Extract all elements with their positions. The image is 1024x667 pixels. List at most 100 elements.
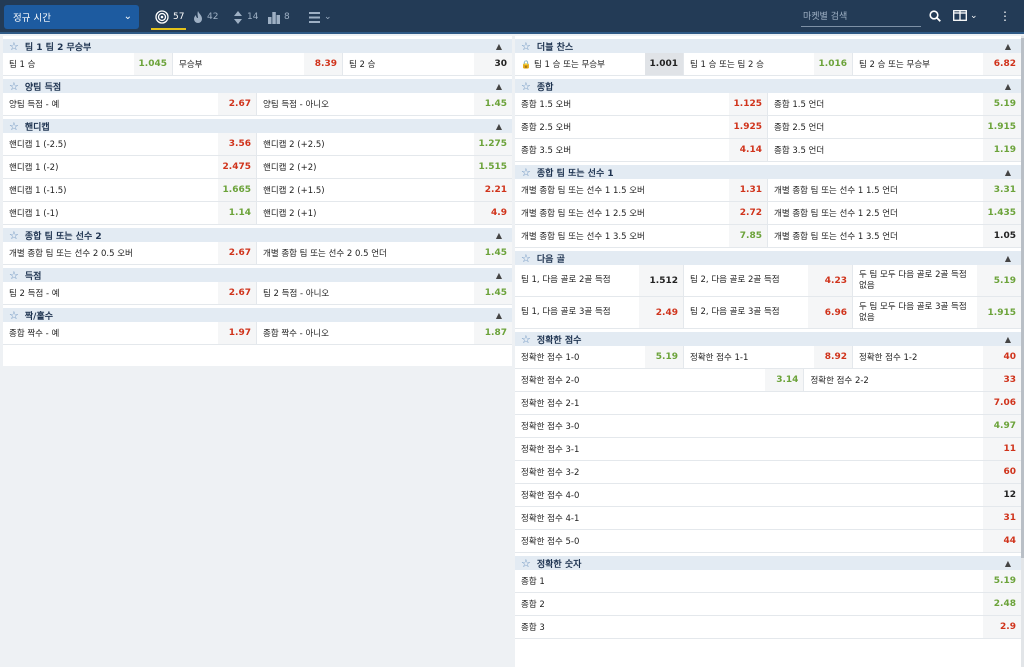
market-header[interactable]: ☆ 팀 1 팀 2 무승부 ▲ (3, 36, 512, 53)
odds-value[interactable]: 44 (983, 530, 1021, 552)
odds-value[interactable]: 1.275 (474, 133, 512, 155)
market-header[interactable]: ☆ 종합 팀 또는 선수 1 ▲ (515, 162, 1021, 179)
star-icon[interactable]: ☆ (9, 80, 19, 93)
outcome-cell[interactable]: 개별 종합 팀 또는 선수 1 2.5 오버 2.72 (515, 202, 768, 224)
odds-value[interactable]: 2.72 (729, 202, 767, 224)
outcome-cell[interactable]: 팀 2 승 또는 무승부 6.82 (853, 53, 1021, 75)
chevron-up-icon[interactable]: ▲ (496, 42, 502, 51)
outcome-cell[interactable]: 핸디캡 1 (-2.5) 3.56 (3, 133, 257, 155)
outcome-cell[interactable]: 팀 1 승 또는 팀 2 승 1.016 (684, 53, 853, 75)
market-header[interactable]: ☆ 더블 찬스 ▲ (515, 36, 1021, 53)
market-header[interactable]: ☆ 득점 ▲ (3, 265, 512, 282)
odds-value[interactable]: 12 (983, 484, 1021, 506)
odds-value[interactable]: 11 (983, 438, 1021, 460)
outcome-cell[interactable]: 🔒 팀 1 승 또는 무승부 1.001 (515, 53, 684, 75)
chevron-up-icon[interactable]: ▲ (1005, 559, 1011, 568)
odds-value[interactable]: 2.21 (474, 179, 512, 201)
star-icon[interactable]: ☆ (9, 269, 19, 282)
outcome-cell[interactable]: 정확한 점수 3-0 4.97 (515, 415, 1021, 437)
outcome-cell[interactable]: 정확한 점수 1-1 8.92 (684, 346, 853, 368)
odds-value[interactable]: 3.14 (765, 369, 804, 391)
odds-value[interactable]: 1.19 (983, 139, 1021, 161)
odds-value[interactable]: 1.925 (729, 116, 767, 138)
outcome-cell[interactable]: 종합 1.5 오버 1.125 (515, 93, 768, 115)
odds-value[interactable]: 1.045 (134, 53, 172, 75)
odds-value[interactable]: 1.915 (983, 116, 1021, 138)
outcome-cell[interactable]: 개별 종합 팀 또는 선수 2 0.5 언더 1.45 (257, 242, 512, 264)
period-dropdown[interactable]: 정규 시간 ⌄ (4, 5, 139, 29)
outcome-cell[interactable]: 정확한 점수 4-0 12 (515, 484, 1021, 506)
chevron-up-icon[interactable]: ▲ (1005, 42, 1011, 51)
odds-value[interactable]: 1.001 (645, 53, 683, 75)
odds-value[interactable]: 1.87 (474, 322, 512, 344)
outcome-cell[interactable]: 개별 종합 팀 또는 선수 2 0.5 오버 2.67 (3, 242, 257, 264)
odds-value[interactable]: 2.67 (218, 242, 256, 264)
outcome-cell[interactable]: 팀 2 득점 - 아니오 1.45 (257, 282, 512, 304)
odds-value[interactable]: 2.67 (218, 93, 256, 115)
filter-stats[interactable]: 8 (268, 6, 290, 28)
outcome-cell[interactable]: 개별 종합 팀 또는 선수 1 3.5 오버 7.85 (515, 225, 768, 247)
odds-value[interactable]: 33 (983, 369, 1021, 391)
odds-value[interactable]: 1.31 (729, 179, 767, 201)
outcome-cell[interactable]: 무승부 8.39 (173, 53, 343, 75)
outcome-cell[interactable]: 정확한 점수 3-1 11 (515, 438, 1021, 460)
odds-value[interactable]: 2.48 (983, 593, 1021, 615)
outcome-cell[interactable]: 핸디캡 1 (-1) 1.14 (3, 202, 257, 224)
odds-value[interactable]: 5.19 (983, 93, 1021, 115)
chevron-up-icon[interactable]: ▲ (496, 271, 502, 280)
odds-value[interactable]: 1.45 (474, 282, 512, 304)
filter-popular[interactable]: 42 (193, 6, 218, 28)
outcome-cell[interactable]: 핸디캡 2 (+2.5) 1.275 (257, 133, 512, 155)
star-icon[interactable]: ☆ (521, 333, 531, 346)
star-icon[interactable]: ☆ (9, 309, 19, 322)
odds-value[interactable]: 4.9 (474, 202, 512, 224)
outcome-cell[interactable]: 팀 1, 다음 골로 2골 득점 1.512 (515, 265, 684, 296)
chevron-up-icon[interactable]: ▲ (496, 231, 502, 240)
odds-value[interactable]: 2.475 (218, 156, 256, 178)
odds-value[interactable]: 1.512 (639, 265, 683, 296)
odds-value[interactable]: 1.435 (983, 202, 1021, 224)
star-icon[interactable]: ☆ (521, 80, 531, 93)
odds-value[interactable]: 1.915 (977, 297, 1021, 328)
outcome-cell[interactable]: 핸디캡 1 (-1.5) 1.665 (3, 179, 257, 201)
more-vertical-icon[interactable]: ⋮ (999, 9, 1011, 23)
outcome-cell[interactable]: 정확한 점수 4-1 31 (515, 507, 1021, 529)
outcome-cell[interactable]: 종합 3 2.9 (515, 616, 1021, 638)
outcome-cell[interactable]: 종합 3.5 언더 1.19 (768, 139, 1021, 161)
star-icon[interactable]: ☆ (9, 40, 19, 53)
outcome-cell[interactable]: 양팀 득점 - 예 2.67 (3, 93, 257, 115)
star-icon[interactable]: ☆ (521, 40, 531, 53)
star-icon[interactable]: ☆ (9, 229, 19, 242)
odds-value[interactable]: 30 (474, 53, 512, 75)
outcome-cell[interactable]: 두 팀 모두 다음 골로 2골 득점 없음 5.19 (853, 265, 1021, 296)
odds-value[interactable]: 1.515 (474, 156, 512, 178)
outcome-cell[interactable]: 종합 2.5 오버 1.925 (515, 116, 768, 138)
outcome-cell[interactable]: 종합 1.5 언더 5.19 (768, 93, 1021, 115)
odds-value[interactable]: 5.19 (645, 346, 683, 368)
odds-value[interactable]: 7.85 (729, 225, 767, 247)
chevron-up-icon[interactable]: ▲ (1005, 82, 1011, 91)
market-header[interactable]: ☆ 짝/홀수 ▲ (3, 305, 512, 322)
outcome-cell[interactable]: 개별 종합 팀 또는 선수 1 2.5 언더 1.435 (768, 202, 1021, 224)
filter-handicap[interactable]: 14 (233, 6, 258, 28)
odds-value[interactable]: 1.14 (218, 202, 256, 224)
odds-value[interactable]: 6.82 (983, 53, 1021, 75)
outcome-cell[interactable]: 정확한 점수 1-0 5.19 (515, 346, 684, 368)
odds-value[interactable]: 2.49 (639, 297, 683, 328)
market-header[interactable]: ☆ 양팀 득점 ▲ (3, 76, 512, 93)
chevron-up-icon[interactable]: ▲ (496, 122, 502, 131)
outcome-cell[interactable]: 정확한 점수 2-0 3.14 (515, 369, 805, 391)
odds-value[interactable]: 60 (983, 461, 1021, 483)
market-search-input[interactable] (801, 7, 921, 27)
outcome-cell[interactable]: 종합 짝수 - 예 1.97 (3, 322, 257, 344)
outcome-cell[interactable]: 팀 2, 다음 골로 3골 득점 6.96 (684, 297, 853, 328)
odds-value[interactable]: 1.97 (218, 322, 256, 344)
odds-value[interactable]: 31 (983, 507, 1021, 529)
outcome-cell[interactable]: 종합 3.5 오버 4.14 (515, 139, 768, 161)
odds-value[interactable]: 1.05 (983, 225, 1021, 247)
chevron-up-icon[interactable]: ▲ (1005, 335, 1011, 344)
outcome-cell[interactable]: 팀 2, 다음 골로 2골 득점 4.23 (684, 265, 853, 296)
odds-value[interactable]: 1.125 (729, 93, 767, 115)
odds-value[interactable]: 4.23 (808, 265, 852, 296)
outcome-cell[interactable]: 핸디캡 2 (+1) 4.9 (257, 202, 512, 224)
